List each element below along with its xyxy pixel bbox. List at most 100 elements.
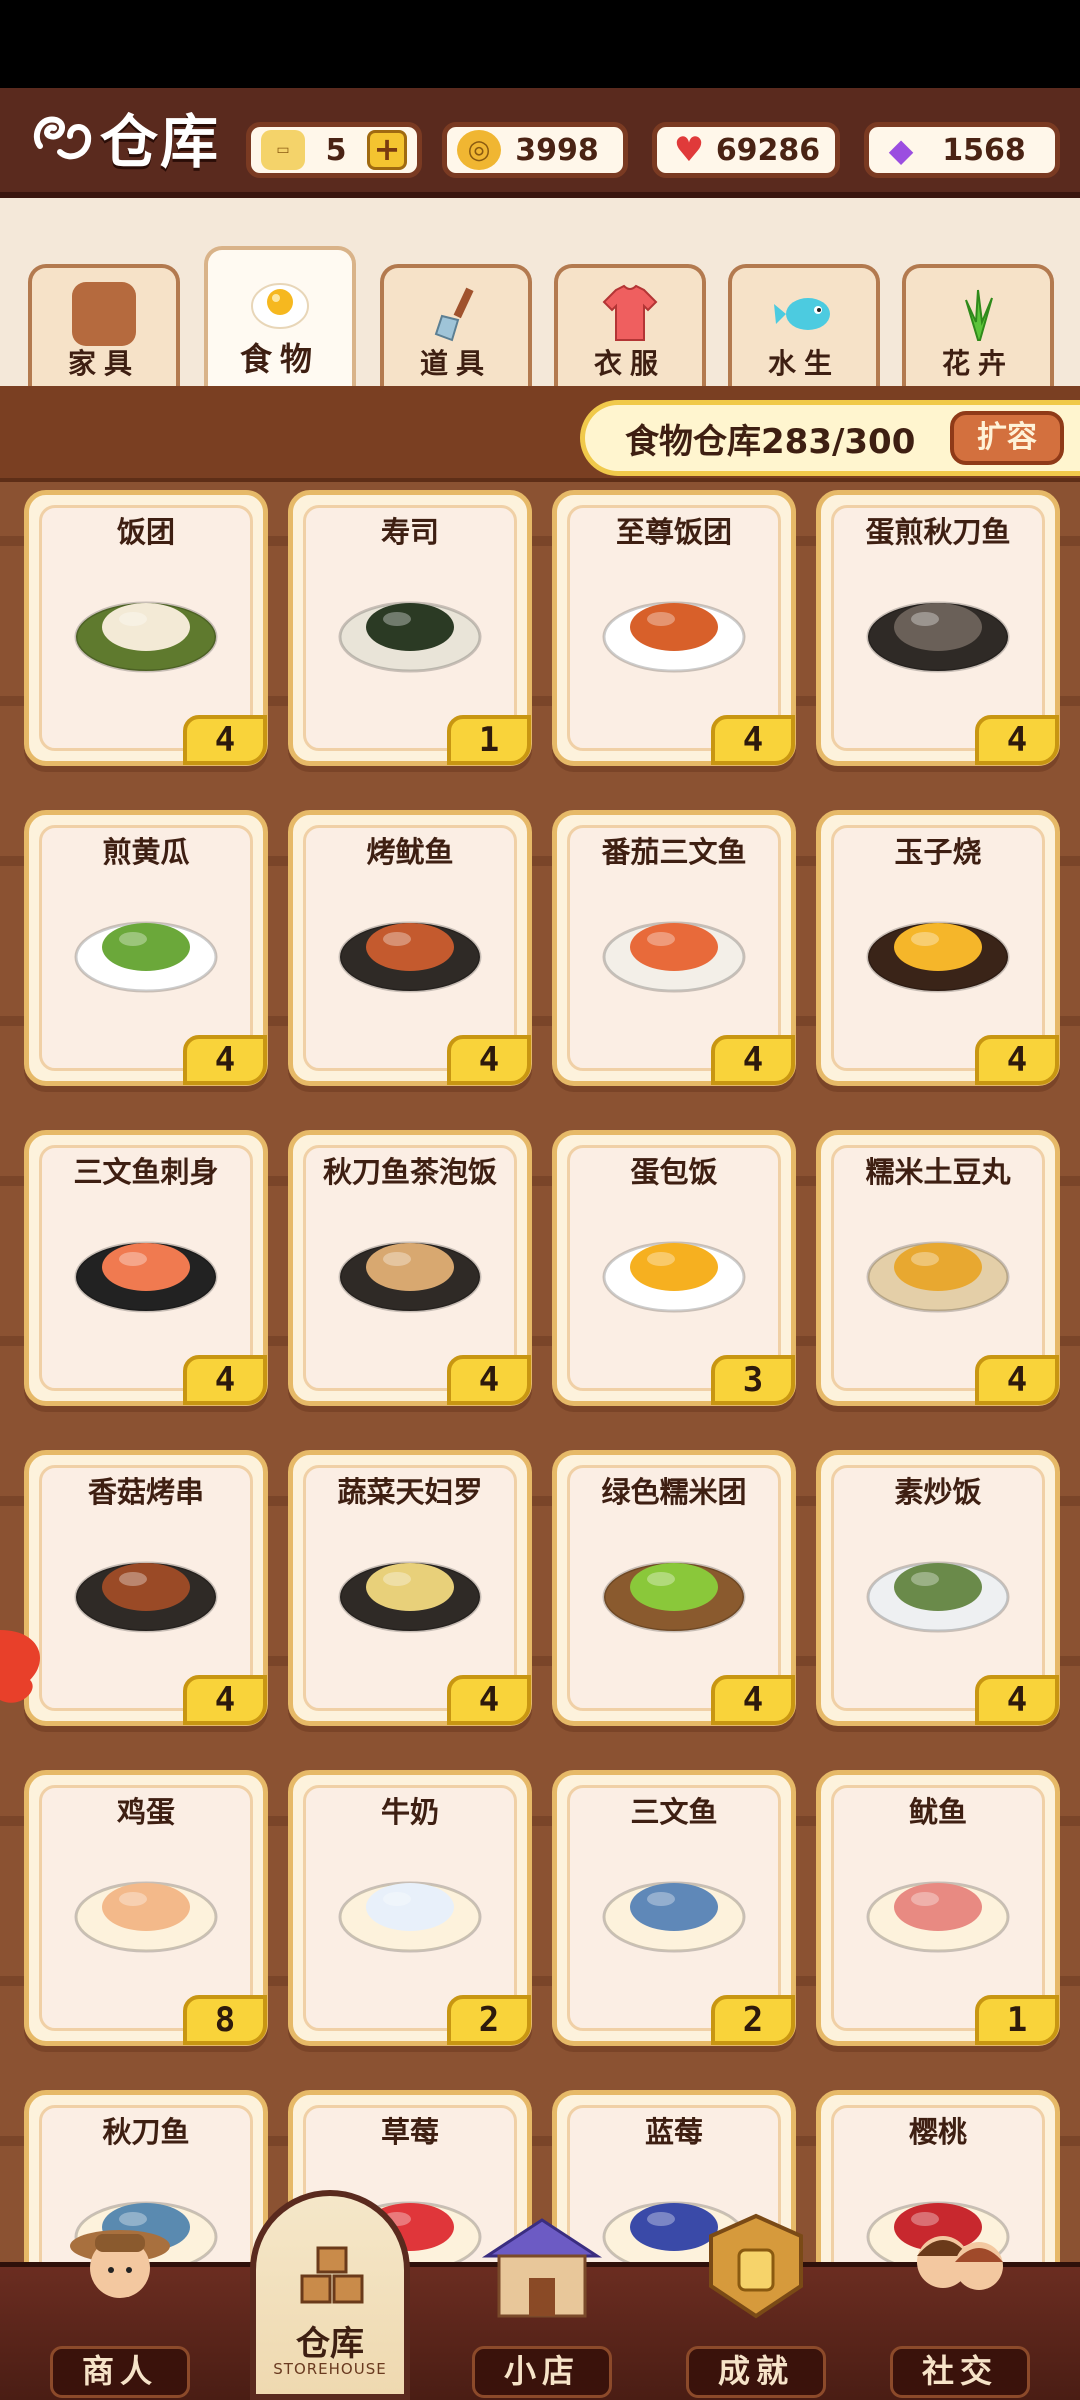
add-ticket-button[interactable]: + bbox=[367, 130, 407, 170]
tab-label: 道具 bbox=[419, 347, 492, 380]
item-count-badge: 4 bbox=[183, 715, 267, 765]
item-name: 寿司 bbox=[380, 515, 439, 549]
item-name: 三文鱼刺身 bbox=[73, 1155, 219, 1189]
item-name: 秋刀鱼茶泡饭 bbox=[322, 1155, 497, 1189]
nav-storehouse-label: 仓库 bbox=[296, 2324, 364, 2364]
plant-icon bbox=[946, 282, 1010, 346]
mushroom-skewer-icon bbox=[71, 1531, 221, 1641]
nav-storehouse-sublabel: STOREHOUSE bbox=[273, 2360, 387, 2378]
nav-shop[interactable]: 小店 bbox=[462, 2218, 622, 2400]
item-count-badge: 1 bbox=[447, 715, 531, 765]
item-name: 蛋煎秋刀鱼 bbox=[865, 515, 1011, 549]
top-header: 仓库 ▭ 5 + ◎ 3998 ♥ 69286 ◆ 1568 bbox=[0, 88, 1080, 198]
item-count-badge: 3 bbox=[711, 1355, 795, 1405]
coin-icon: ◎ bbox=[457, 130, 501, 170]
capacity-label: 食物仓库283/300 bbox=[625, 421, 916, 462]
tab-furniture[interactable]: 家具 bbox=[28, 264, 180, 388]
grilled-squid-icon bbox=[335, 891, 485, 1001]
nav-achievement-label: 成就 bbox=[686, 2346, 826, 2398]
item-count-badge: 4 bbox=[711, 715, 795, 765]
item-card[interactable]: 烤鱿鱼 4 bbox=[288, 810, 532, 1086]
item-count-badge: 2 bbox=[447, 1995, 531, 2045]
heart-counter: ♥ 69286 bbox=[652, 122, 840, 178]
item-name: 饭团 bbox=[116, 515, 175, 549]
rice-ball-icon bbox=[71, 571, 221, 681]
salmon-icon bbox=[599, 1851, 749, 1961]
page-title: 仓库 bbox=[100, 108, 221, 176]
item-card[interactable]: 秋刀鱼茶泡饭 4 bbox=[288, 1130, 532, 1406]
item-card[interactable]: 三文鱼刺身 4 bbox=[24, 1130, 268, 1406]
shirt-icon bbox=[598, 282, 662, 346]
item-count-badge: 4 bbox=[975, 715, 1059, 765]
nav-achievement[interactable]: 成就 bbox=[676, 2213, 836, 2400]
item-card[interactable]: 鸡蛋 8 bbox=[24, 1770, 268, 2046]
tab-label: 花卉 bbox=[941, 347, 1014, 380]
item-count-badge: 4 bbox=[447, 1035, 531, 1085]
coin-value: 3998 bbox=[515, 132, 599, 168]
tab-flowers[interactable]: 花卉 bbox=[902, 264, 1054, 388]
item-name: 三文鱼 bbox=[630, 1795, 718, 1829]
item-card[interactable]: 糯米土豆丸 4 bbox=[816, 1130, 1060, 1406]
item-card[interactable]: 番茄三文鱼 4 bbox=[552, 810, 796, 1086]
item-card[interactable]: 玉子烧 4 bbox=[816, 810, 1060, 1086]
title: 仓库 bbox=[30, 102, 220, 176]
tamagoyaki-icon bbox=[863, 891, 1013, 1001]
tab-label: 食物 bbox=[239, 340, 320, 378]
item-count-badge: 4 bbox=[183, 1355, 267, 1405]
item-card[interactable]: 鱿鱼 1 bbox=[816, 1770, 1060, 2046]
item-card[interactable]: 饭团 4 bbox=[24, 490, 268, 766]
supreme-rice-ball-icon bbox=[599, 571, 749, 681]
item-card[interactable]: 至尊饭团 4 bbox=[552, 490, 796, 766]
item-count-badge: 4 bbox=[183, 1035, 267, 1085]
item-card[interactable]: 蔬菜天妇罗 4 bbox=[288, 1450, 532, 1726]
ticket-icon: ▭ bbox=[261, 130, 305, 170]
item-count-badge: 4 bbox=[447, 1355, 531, 1405]
tab-food[interactable]: 食物 bbox=[204, 246, 356, 388]
side-float-icon[interactable] bbox=[0, 1620, 50, 1710]
item-count-badge: 4 bbox=[975, 1355, 1059, 1405]
tab-clothes[interactable]: 衣服 bbox=[554, 264, 706, 388]
item-name: 秋刀鱼 bbox=[102, 2115, 190, 2149]
ticket-counter[interactable]: ▭ 5 + bbox=[246, 122, 422, 178]
item-card[interactable]: 蛋包饭 3 bbox=[552, 1130, 796, 1406]
item-card[interactable]: 三文鱼 2 bbox=[552, 1770, 796, 2046]
item-name: 香菇烤串 bbox=[87, 1475, 204, 1509]
boxes-icon bbox=[296, 2242, 368, 2314]
egg-icon bbox=[71, 1851, 221, 1961]
item-name: 蔬菜天妇罗 bbox=[337, 1475, 483, 1509]
heart-icon: ♥ bbox=[673, 130, 705, 170]
item-card[interactable]: 蛋煎秋刀鱼 4 bbox=[816, 490, 1060, 766]
tab-tools[interactable]: 道具 bbox=[380, 264, 532, 388]
item-name: 烤鱿鱼 bbox=[366, 835, 454, 869]
nav-social[interactable]: 社交 bbox=[880, 2236, 1040, 2400]
item-name: 玉子烧 bbox=[894, 835, 982, 869]
item-name: 素炒饭 bbox=[894, 1475, 982, 1509]
tab-label: 衣服 bbox=[593, 347, 666, 380]
nav-social-label: 社交 bbox=[890, 2346, 1030, 2398]
item-count-badge: 4 bbox=[711, 1675, 795, 1725]
tomato-salmon-icon bbox=[599, 891, 749, 1001]
nav-merchant[interactable]: 商人 bbox=[40, 2230, 200, 2400]
nav-merchant-label: 商人 bbox=[50, 2346, 190, 2398]
item-card[interactable]: 牛奶 2 bbox=[288, 1770, 532, 2046]
ochazuke-icon bbox=[335, 1211, 485, 1321]
expand-button[interactable]: 扩容 bbox=[950, 411, 1064, 465]
fried-saury-icon bbox=[863, 571, 1013, 681]
item-card[interactable]: 煎黄瓜 4 bbox=[24, 810, 268, 1086]
item-card[interactable]: 绿色糯米团 4 bbox=[552, 1450, 796, 1726]
salmon-sashimi-icon bbox=[71, 1211, 221, 1321]
status-bar bbox=[0, 0, 1080, 88]
merchant-avatar-icon bbox=[55, 2206, 185, 2336]
item-name: 绿色糯米团 bbox=[601, 1475, 747, 1509]
item-card[interactable]: 香菇烤串 4 bbox=[24, 1450, 268, 1726]
nav-storehouse[interactable]: 仓库 STOREHOUSE bbox=[250, 2190, 410, 2400]
tab-aquatic[interactable]: 水生 bbox=[728, 264, 880, 388]
gem-icon: ◆ bbox=[888, 131, 914, 169]
item-name: 煎黄瓜 bbox=[102, 835, 190, 869]
fried-rice-icon bbox=[863, 1531, 1013, 1641]
item-card[interactable]: 素炒饭 4 bbox=[816, 1450, 1060, 1726]
tempura-icon bbox=[335, 1531, 485, 1641]
gem-counter: ◆ 1568 bbox=[864, 122, 1060, 178]
item-card[interactable]: 寿司 1 bbox=[288, 490, 532, 766]
item-name: 牛奶 bbox=[380, 1795, 439, 1829]
